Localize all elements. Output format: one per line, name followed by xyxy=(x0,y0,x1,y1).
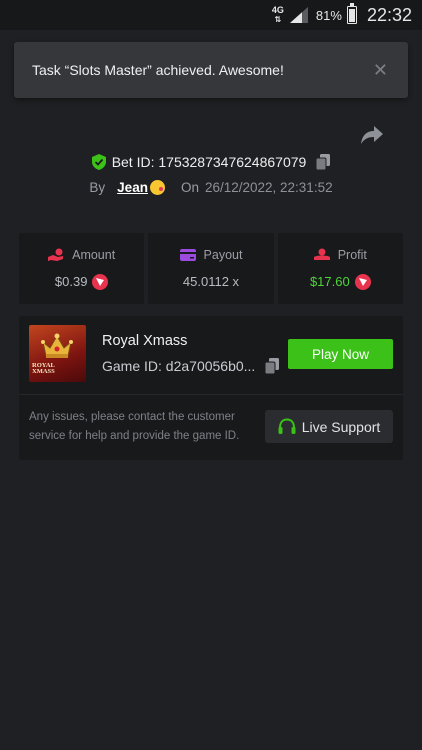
by-label: By xyxy=(89,180,106,195)
achievement-toast: Task “Slots Master” achieved. Awesome! ✕ xyxy=(14,42,408,98)
stat-value: $17.60 xyxy=(309,274,350,289)
stat-label: Payout xyxy=(203,248,243,262)
network-indicator: 4G ⇅ xyxy=(271,5,284,25)
game-name: Royal Xmass xyxy=(102,333,188,349)
bet-meta-row: By Jean On 26/12/2022, 22:31:52 xyxy=(0,180,422,195)
status-bar: 4G ⇅ 81% 22:32 xyxy=(0,0,422,30)
live-support-label: Live Support xyxy=(301,418,381,435)
stat-amount: Amount $0.39 xyxy=(19,233,145,304)
stat-value: 45.0112 x xyxy=(182,274,240,289)
divider xyxy=(19,394,403,395)
stat-payout: Payout 45.0112 x xyxy=(148,233,274,304)
stat-label: Profit xyxy=(337,247,367,262)
toast-message: Task “Slots Master” achieved. Awesome! xyxy=(32,62,284,78)
live-support-button[interactable]: Live Support xyxy=(265,410,393,443)
profit-icon xyxy=(313,248,330,260)
shield-check-icon xyxy=(91,154,106,170)
trx-icon xyxy=(354,273,371,290)
share-icon[interactable] xyxy=(360,124,384,146)
headset-icon xyxy=(278,418,296,434)
on-label: On xyxy=(180,180,199,195)
signal-icon xyxy=(289,7,308,23)
game-id-row: Game ID: d2a70056b0... xyxy=(102,358,280,374)
clock: 22:32 xyxy=(366,4,412,25)
battery-percent: 81% xyxy=(315,7,342,23)
game-card: ROYAL XMASS Royal Xmass Game ID: d2a7005… xyxy=(19,316,403,460)
battery-icon xyxy=(346,3,357,24)
game-thumbnail[interactable]: ROYAL XMASS xyxy=(29,325,86,382)
kiss-emoji-icon xyxy=(149,180,165,195)
support-info-text: Any issues, please contact the customer … xyxy=(29,411,240,442)
amount-icon xyxy=(48,248,64,261)
payout-icon xyxy=(179,249,196,261)
stat-label: Amount xyxy=(72,247,116,262)
bet-date: 26/12/2022, 22:31:52 xyxy=(204,180,333,195)
thumb-title-line2: XMASS xyxy=(32,368,55,375)
trx-icon xyxy=(92,273,109,290)
game-id: Game ID: d2a70056b0... xyxy=(102,358,256,374)
bet-id: Bet ID: 1753287347624867079 xyxy=(111,154,307,170)
close-icon[interactable]: ✕ xyxy=(373,60,388,81)
network-type: 4G xyxy=(271,5,284,15)
bet-id-row: Bet ID: 1753287347624867079 xyxy=(0,154,422,170)
copy-icon[interactable] xyxy=(316,154,331,170)
copy-icon[interactable] xyxy=(265,358,280,374)
crown-icon xyxy=(41,333,73,358)
stat-value: $0.39 xyxy=(54,274,88,289)
play-now-button[interactable]: Play Now xyxy=(288,339,393,369)
bet-stats: Amount $0.39 Payout 45.0112 x Profit $17… xyxy=(19,233,403,304)
user-name-link[interactable]: Jean xyxy=(117,180,148,195)
data-arrows-icon: ⇅ xyxy=(274,15,282,24)
stat-profit: Profit $17.60 xyxy=(277,233,403,304)
